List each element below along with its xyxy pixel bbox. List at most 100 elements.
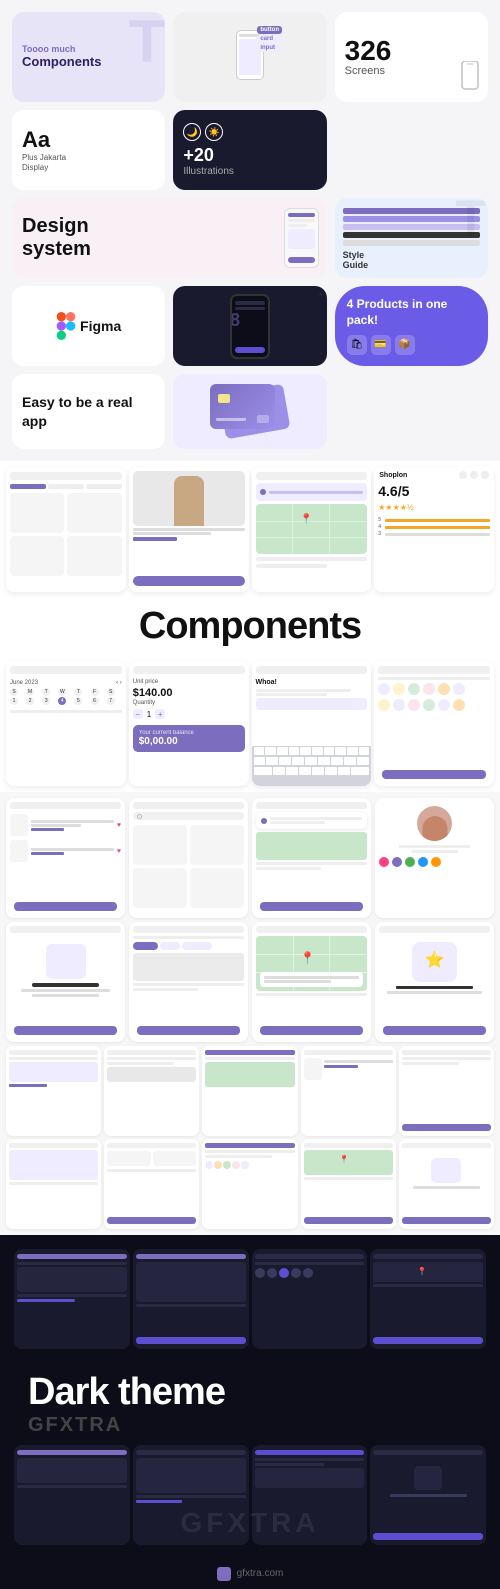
qty-plus-btn[interactable]: + (155, 709, 165, 719)
sticker-2-5 (438, 699, 450, 711)
color-circle-blue (418, 857, 428, 867)
product-info (129, 528, 249, 541)
components-title: Components (139, 605, 361, 647)
location-info-card (260, 972, 363, 987)
cal-day: S (107, 688, 115, 696)
kb-key (292, 757, 304, 765)
sticker-2-1 (378, 699, 390, 711)
screens-bottom-row: June 2023 ‹ › S M T W T F S 1 2 3 4 5 6 (0, 658, 500, 792)
font-aa: Aa (22, 127, 155, 153)
card-figma: Figma (12, 286, 165, 366)
sticker-2-4 (423, 699, 435, 711)
cal-day-today: 4 (58, 697, 66, 705)
kb-row-2 (252, 756, 372, 766)
qty-minus-btn[interactable]: − (133, 709, 143, 719)
filter-chip-2[interactable] (182, 942, 212, 950)
search-bar[interactable] (133, 812, 244, 820)
dark-screen-2 (133, 1249, 249, 1349)
rating-number: 4.6/5 (374, 481, 494, 501)
components-label-area: Components (0, 595, 500, 658)
product-grid (6, 490, 126, 579)
address-line (256, 557, 368, 561)
keyboard-widget (252, 746, 372, 786)
dark-map: 📍 (373, 1262, 483, 1282)
favs-action-btn[interactable] (383, 1026, 486, 1035)
dark-8-line (390, 1494, 467, 1497)
footer-url: gfxtra.com (237, 1568, 284, 1579)
stickers-nav (378, 666, 490, 674)
dark-screen-3 (252, 1249, 368, 1349)
wishlist-item-2: ♥ (6, 838, 125, 864)
sticker-2-2 (393, 699, 405, 711)
price-value: $140.00 (129, 687, 249, 699)
address-dot (260, 489, 266, 495)
screens-collage-section: ♥ ♥ (0, 792, 500, 1235)
rating-bar-5: 5 (378, 517, 490, 523)
screen-rating: Shoplon 4.6/5 ★★★★½ 5 4 3 (374, 467, 494, 592)
screen-keyboard: Whoa! (252, 661, 372, 786)
category-tabs (6, 483, 126, 490)
screen-search-products (129, 798, 248, 918)
kb-key (305, 757, 317, 765)
figma-logo: Figma (56, 312, 121, 340)
dark-3-line-1 (255, 1262, 365, 1265)
small-screen-7 (104, 1139, 199, 1229)
empty-action-btn[interactable] (14, 1026, 117, 1035)
dark-4-btn (373, 1337, 483, 1344)
add-to-cart-btn[interactable] (133, 576, 245, 586)
product-item (67, 536, 121, 576)
filter-chip-active[interactable] (133, 942, 158, 950)
toast-line-1 (270, 817, 362, 820)
small-screen-1 (6, 1046, 101, 1136)
cal-day: 2 (26, 697, 34, 705)
kb-key (312, 767, 324, 775)
favorites-illustration: ⭐ (412, 942, 457, 982)
kb-key (265, 747, 276, 755)
dark-line-2 (17, 1294, 127, 1297)
cal-day: 3 (42, 697, 50, 705)
address-line-2 (256, 564, 328, 568)
delivery-action-btn[interactable] (260, 902, 363, 911)
cal-day: 5 (74, 697, 82, 705)
filter-chip[interactable] (160, 942, 180, 950)
sticker-action-btn[interactable] (382, 770, 486, 779)
card-phone-preview: button card input (173, 12, 326, 102)
card-screens-count: 326 Screens (335, 12, 488, 102)
favorites-content: ⭐ (375, 936, 494, 1002)
dark-sticker-1 (255, 1268, 265, 1278)
sticker-item-green (408, 683, 420, 695)
card-4products: 4 Products in one pack! 🛍 💳 📦 (335, 286, 488, 366)
card-credit-visual (173, 374, 326, 449)
gfxtra-subtitle: GFXTRA (28, 1414, 472, 1437)
delivery-map-area (256, 832, 367, 860)
small-screen-4 (301, 1046, 396, 1136)
dark-7-line-2 (255, 1463, 324, 1466)
wishlist-item-1: ♥ (6, 812, 125, 838)
rating-bar-3: 3 (378, 531, 490, 537)
dark-6-line (136, 1495, 246, 1498)
filter-apply-btn[interactable] (137, 1026, 240, 1035)
kb-key (347, 747, 358, 755)
quantity-control[interactable]: − 1 + (129, 707, 249, 721)
kb-key (279, 757, 291, 765)
kb-input-field[interactable] (256, 698, 368, 710)
font-name: Plus Jakarta Display (22, 153, 155, 174)
toast-line-2 (270, 821, 325, 824)
wishlist-action-btn[interactable] (14, 902, 117, 911)
collage-row-2: 📍 ⭐ (6, 922, 494, 1042)
figma-icon (56, 312, 76, 340)
footer-logo-icon (217, 1567, 231, 1581)
screen-filter (129, 922, 248, 1042)
favs-subtitle (387, 991, 481, 994)
kb-key (344, 757, 356, 765)
empty-nav (10, 926, 121, 933)
kb-key (299, 767, 311, 775)
screen-quantity: Unit price $140.00 Quantity − 1 + Your c… (129, 661, 249, 786)
color-circle-orange (431, 857, 441, 867)
search-result-2 (190, 825, 244, 865)
dark-7-header (255, 1450, 365, 1455)
delivery-line-1 (256, 862, 367, 865)
illustrations-count: +20 (183, 145, 316, 166)
dark-action-btn (136, 1337, 246, 1344)
map-confirm-btn[interactable] (260, 1026, 363, 1035)
